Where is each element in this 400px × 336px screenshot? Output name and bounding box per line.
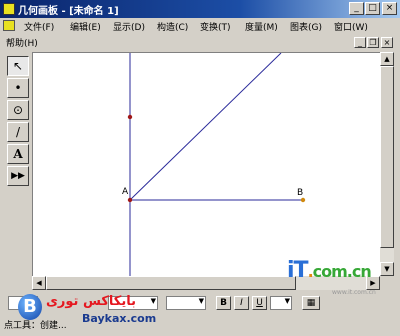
toolbox: ↖ • ⊙ / A ▶▶ <box>3 52 29 190</box>
scroll-up-button[interactable]: ▲ <box>380 52 394 66</box>
doc-restore-button[interactable]: ❐ <box>367 37 379 48</box>
menu-transform[interactable]: 变换(T) <box>200 20 231 33</box>
underline-button[interactable]: U <box>252 296 267 310</box>
doc-minimize-button[interactable]: _ <box>354 37 366 48</box>
point-a-label: A <box>122 187 129 197</box>
menu-file[interactable]: 文件(F) <box>24 20 54 33</box>
compass-tool[interactable]: ⊙ <box>7 100 29 120</box>
menu-measure[interactable]: 度量(M) <box>245 20 278 33</box>
straightedge-tool[interactable]: / <box>7 122 29 142</box>
title-bar[interactable]: 几何画板 - [未命名 1] _ □ × <box>0 0 400 18</box>
doc-close-button[interactable]: × <box>381 37 393 48</box>
menu-window[interactable]: 窗口(W) <box>334 20 368 33</box>
sketch-drawing <box>127 53 306 276</box>
scroll-down-button[interactable]: ▼ <box>380 262 394 276</box>
bold-button[interactable]: B <box>216 296 231 310</box>
it-watermark-sub: www.it.com.cn <box>332 289 376 296</box>
document-icon[interactable] <box>3 20 15 31</box>
point-b-label: B <box>297 188 304 198</box>
maximize-button[interactable]: □ <box>365 2 380 15</box>
symbol-button[interactable]: ▦ <box>302 296 320 310</box>
vertical-scrollbar[interactable]: ▲ ▼ <box>380 52 394 276</box>
baykax-url: Baykax.com <box>82 312 157 325</box>
status-bar-text: 点工具：创建... <box>4 321 67 331</box>
close-button[interactable]: × <box>382 2 397 15</box>
horizontal-scroll-thumb[interactable] <box>46 276 296 290</box>
baykax-logo-text: بایکاکس توری <box>46 294 136 309</box>
point-b <box>300 197 306 203</box>
color-dropdown[interactable]: ▼ <box>270 296 292 310</box>
baykax-logo: B <box>18 294 42 320</box>
menu-help[interactable]: 帮助(H) <box>6 36 38 49</box>
menu-display[interactable]: 显示(D) <box>113 20 145 33</box>
chevron-down-icon: ▼ <box>150 297 156 305</box>
point-a <box>127 197 133 203</box>
sketch-canvas[interactable]: A B <box>32 52 380 276</box>
menu-construct[interactable]: 构造(C) <box>157 20 188 33</box>
scroll-left-button[interactable]: ◀ <box>32 276 46 290</box>
chevron-down-icon: ▼ <box>198 297 204 305</box>
text-tool[interactable]: A <box>7 144 29 164</box>
window-title: 几何画板 - [未命名 1] <box>18 6 119 17</box>
custom-tool[interactable]: ▶▶ <box>7 166 29 186</box>
app-icon <box>3 3 15 15</box>
chevron-down-icon: ▼ <box>284 297 290 305</box>
point-on-line <box>127 114 133 120</box>
menu-graph[interactable]: 图表(G) <box>290 20 322 33</box>
italic-button[interactable]: I <box>234 296 249 310</box>
vertical-scroll-thumb[interactable] <box>380 66 394 248</box>
arrow-tool[interactable]: ↖ <box>7 56 29 76</box>
diagonal-ray <box>129 53 282 201</box>
it-watermark: iT.com.cn <box>287 258 372 283</box>
menu-edit[interactable]: 编辑(E) <box>70 20 101 33</box>
font-size-dropdown[interactable]: ▼ <box>166 296 206 310</box>
point-tool[interactable]: • <box>7 78 29 98</box>
minimize-button[interactable]: _ <box>349 2 364 15</box>
